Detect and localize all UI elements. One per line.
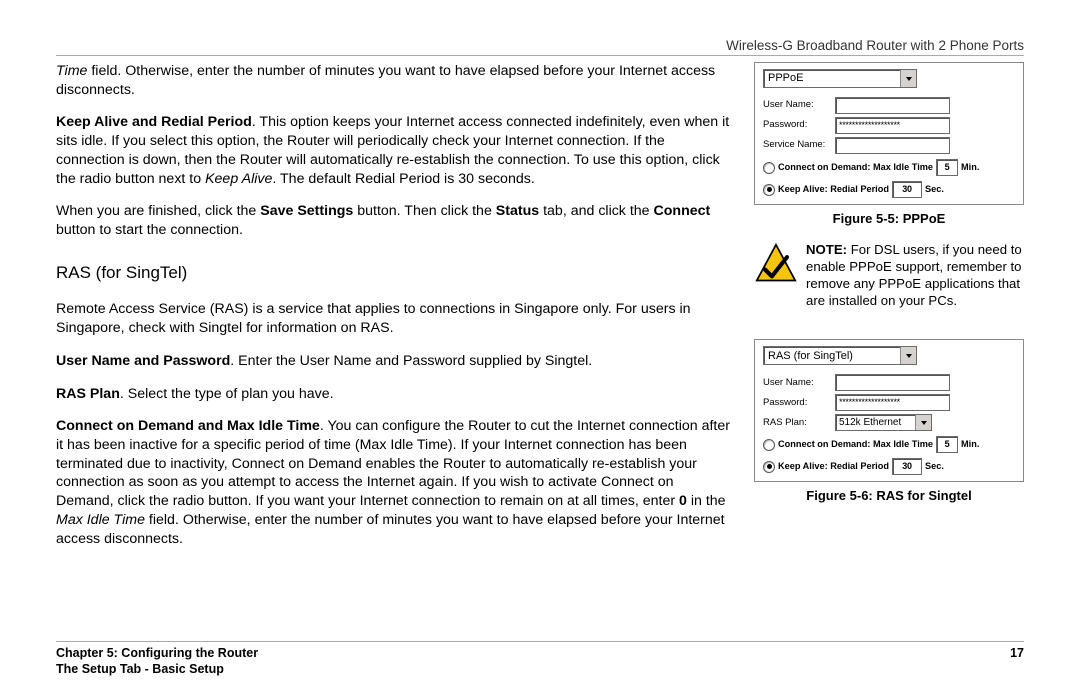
max-idle-time-input[interactable]: 5 [936,159,958,176]
redial-period-input[interactable]: 30 [892,181,922,198]
page-number: 17 [1010,646,1024,676]
paragraph: Keep Alive and Redial Period. This optio… [56,113,732,188]
paragraph: Remote Access Service (RAS) is a service… [56,300,732,337]
section-title: The Setup Tab - Basic Setup [56,662,258,676]
unit-label: Min. [961,439,979,451]
chapter-title: Chapter 5: Configuring the Router [56,646,258,660]
figure-caption: Figure 5-6: RAS for Singtel [754,488,1024,505]
max-idle-time-input[interactable]: 5 [936,436,958,453]
text: field. Otherwise, enter the number of mi… [56,512,725,547]
password-input[interactable]: ******************* [835,117,950,134]
username-input[interactable] [835,374,950,391]
paragraph: User Name and Password. Enter the User N… [56,352,732,371]
connection-type-select[interactable]: RAS (for SingTel) [763,346,917,365]
radio-label: Keep Alive: Redial Period [778,461,889,473]
button-name: Connect [654,203,711,219]
connect-on-demand-radio[interactable] [763,439,775,451]
redial-period-input[interactable]: 30 [892,458,922,475]
unit-label: Sec. [925,184,944,196]
chevron-down-icon [900,70,916,87]
text: button. Then click the [353,203,496,219]
keep-alive-radio[interactable] [763,461,775,473]
option-name: Keep Alive and Redial Period [56,114,252,130]
text: field. Otherwise, enter the number of mi… [56,63,715,98]
paragraph: Time field. Otherwise, enter the number … [56,62,732,99]
rasplan-label: RAS Plan: [763,417,835,429]
page-footer: Chapter 5: Configuring the Router The Se… [56,641,1024,676]
radio-label: Connect on Demand: Max Idle Time [778,162,933,174]
paragraph: RAS Plan. Select the type of plan you ha… [56,385,732,404]
button-name: Save Settings [260,203,353,219]
tab-name: Status [496,203,539,219]
section-heading-ras: RAS (for SingTel) [56,262,732,284]
option-name: Keep Alive [205,171,272,187]
text: in the [687,493,726,509]
field-name: Time [56,63,87,79]
text: button to start the connection. [56,222,243,238]
chevron-down-icon [900,347,916,364]
servicename-input[interactable] [835,137,950,154]
value: 0 [679,493,687,509]
main-content: Time field. Otherwise, enter the number … [56,62,732,562]
figure-pppoe: PPPoE User Name: Password: *************… [754,62,1024,205]
paragraph: When you are finished, click the Save Se… [56,202,732,239]
unit-label: Min. [961,162,979,174]
text: . The default Redial Period is 30 second… [272,171,534,187]
username-input[interactable] [835,97,950,114]
page-header: Wireless-G Broadband Router with 2 Phone… [56,38,1024,56]
figure-ras: RAS (for SingTel) User Name: Password: *… [754,339,1024,482]
select-value: 512k Ethernet [839,416,901,429]
username-label: User Name: [763,99,835,111]
warning-check-icon [754,242,798,286]
servicename-label: Service Name: [763,139,835,151]
username-label: User Name: [763,377,835,389]
field-name: Max Idle Time [56,512,145,528]
password-label: Password: [763,119,835,131]
note-prefix: NOTE: [806,242,847,257]
figure-caption: Figure 5-5: PPPoE [754,211,1024,228]
keep-alive-radio[interactable] [763,184,775,196]
text: . Enter the User Name and Password suppl… [230,353,592,369]
connect-on-demand-radio[interactable] [763,162,775,174]
text: When you are finished, click the [56,203,260,219]
password-label: Password: [763,397,835,409]
radio-label: Connect on Demand: Max Idle Time [778,439,933,451]
option-name: Connect on Demand and Max Idle Time [56,418,320,434]
unit-label: Sec. [925,461,944,473]
text: . Select the type of plan you have. [120,386,334,402]
paragraph: Connect on Demand and Max Idle Time. You… [56,417,732,548]
password-input[interactable]: ******************* [835,394,950,411]
rasplan-select[interactable]: 512k Ethernet [835,414,932,431]
text: tab, and click the [539,203,653,219]
chevron-down-icon [915,415,931,430]
note-box: NOTE: For DSL users, if you need to enab… [754,242,1024,310]
select-value: RAS (for SingTel) [768,349,853,363]
connection-type-select[interactable]: PPPoE [763,69,917,88]
radio-label: Keep Alive: Redial Period [778,184,889,196]
field-name: RAS Plan [56,386,120,402]
select-value: PPPoE [768,71,803,85]
field-group-name: User Name and Password [56,353,230,369]
